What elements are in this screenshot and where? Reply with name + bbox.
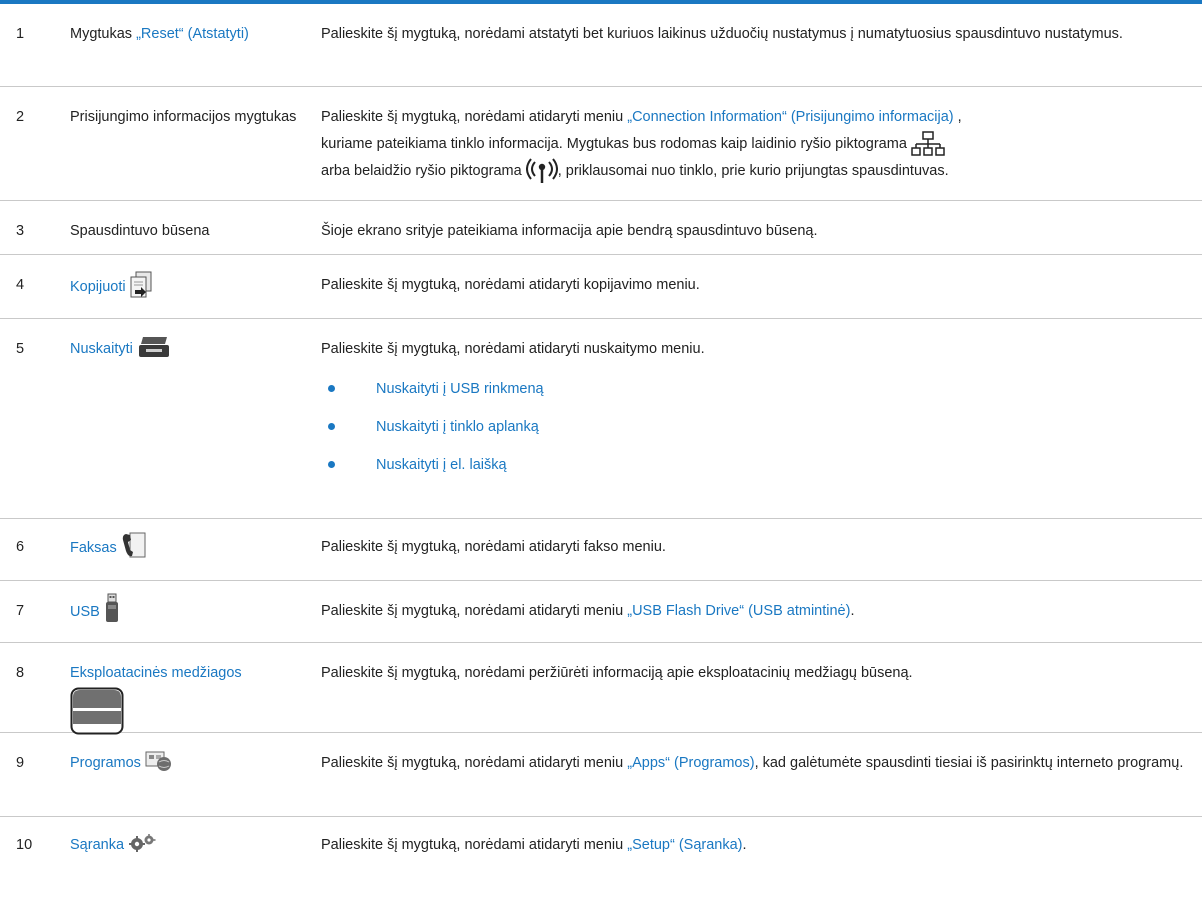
row-number: 9 bbox=[16, 755, 25, 771]
table-row: 3 Spausdintuvo būsena Šioje ekrano srity… bbox=[0, 201, 1202, 255]
table-row: 8 Eksploatacinės medžiagos Palieskite šį… bbox=[0, 643, 1202, 735]
supplies-link[interactable]: Eksploatacinės medžiagos bbox=[70, 665, 242, 681]
list-item[interactable]: Nuskaityti į tinklo aplanką bbox=[321, 417, 1191, 437]
item-label: Nuskaityti bbox=[70, 337, 320, 359]
item-description: Šioje ekrano srityje pateikiama informac… bbox=[321, 223, 818, 239]
usb-flash-drive-link[interactable]: „USB Flash Drive“ (USB atmintinė) bbox=[627, 603, 850, 619]
table-row: 9 Programos Palieskite šį mygtuką, norėd… bbox=[0, 733, 1202, 817]
scan-link[interactable]: Nuskaityti bbox=[70, 341, 133, 357]
item-description: Palieskite šį mygtuką, norėdami atidaryt… bbox=[321, 603, 855, 619]
wireless-icon bbox=[525, 158, 558, 183]
scan-options-list: Nuskaityti į USB rinkmeną Nuskaityti į t… bbox=[321, 379, 1191, 475]
setup-menu-link[interactable]: „Setup“ (Sąranka) bbox=[627, 837, 742, 853]
apps-menu-link[interactable]: „Apps“ (Programos) bbox=[627, 755, 754, 771]
item-label: Eksploatacinės medžiagos bbox=[70, 663, 320, 735]
item-description: Palieskite šį mygtuką, norėdami atidaryt… bbox=[321, 105, 1191, 184]
table-row: 2 Prisijungimo informacijos mygtukas Pal… bbox=[0, 87, 1202, 201]
row-number: 3 bbox=[16, 223, 25, 239]
copy-link[interactable]: Kopijuoti bbox=[70, 279, 126, 295]
item-label: Sąranka bbox=[70, 834, 320, 855]
item-label: Mygtukas „Reset“ (Atstatyti) bbox=[70, 26, 249, 42]
table-row: 7 USB Palieskite šį mygtuką, norėdami at… bbox=[0, 581, 1202, 643]
table-row: 5 Nuskaityti Palieskite šį mygtuką, norė… bbox=[0, 319, 1202, 519]
item-description: Palieskite šį mygtuką, norėdami atidaryt… bbox=[321, 755, 1184, 771]
apps-link[interactable]: Programos bbox=[70, 755, 141, 771]
setup-icon bbox=[129, 834, 156, 853]
row-number: 8 bbox=[16, 665, 25, 681]
row-number: 1 bbox=[16, 26, 25, 42]
item-label: Faksas bbox=[70, 532, 320, 559]
item-label: USB bbox=[70, 593, 320, 623]
row-number: 10 bbox=[16, 837, 33, 853]
item-description: Palieskite šį mygtuką, norėdami atidaryt… bbox=[321, 337, 1191, 475]
item-description: Palieskite šį mygtuką, norėdami atstatyt… bbox=[321, 26, 1123, 42]
row-number: 4 bbox=[16, 277, 25, 293]
row-number: 6 bbox=[16, 539, 25, 555]
apps-icon bbox=[145, 751, 171, 772]
scan-icon bbox=[138, 337, 169, 358]
usb-icon bbox=[105, 593, 118, 622]
list-item[interactable]: Nuskaityti į el. laišką bbox=[321, 455, 1191, 475]
connection-information-link[interactable]: „Connection Information“ (Prisijungimo i… bbox=[627, 109, 953, 125]
table-row: 1 Mygtukas „Reset“ (Atstatyti) Palieskit… bbox=[0, 4, 1202, 87]
table-row: 4 Kopijuoti Palieskite šį mygtuką, norėd… bbox=[0, 255, 1202, 319]
bullet-dot bbox=[328, 423, 335, 430]
item-description: Palieskite šį mygtuką, norėdami atidaryt… bbox=[321, 539, 666, 555]
row-number: 5 bbox=[16, 341, 25, 357]
wired-network-icon bbox=[911, 131, 945, 156]
row-number: 2 bbox=[16, 109, 25, 125]
table-row: 10 Sąranka Palieskite šį mygtuką, norėda… bbox=[0, 817, 1202, 867]
item-description: Palieskite šį mygtuką, norėdami atidaryt… bbox=[321, 837, 747, 853]
fax-icon bbox=[122, 532, 146, 558]
row-number: 7 bbox=[16, 603, 25, 619]
setup-link[interactable]: Sąranka bbox=[70, 837, 124, 853]
usb-link[interactable]: USB bbox=[70, 604, 100, 620]
item-label: Prisijungimo informacijos mygtukas bbox=[70, 109, 297, 125]
item-description: Palieskite šį mygtuką, norėdami peržiūrė… bbox=[321, 665, 913, 681]
bullet-dot bbox=[328, 461, 335, 468]
fax-link[interactable]: Faksas bbox=[70, 540, 117, 556]
copy-icon bbox=[130, 271, 152, 298]
list-item[interactable]: Nuskaityti į USB rinkmeną bbox=[321, 379, 1191, 399]
bullet-dot bbox=[328, 385, 335, 392]
item-label: Kopijuoti bbox=[70, 271, 320, 299]
item-label: Programos bbox=[70, 751, 320, 773]
supplies-icon bbox=[70, 687, 124, 735]
item-label: Spausdintuvo būsena bbox=[70, 223, 210, 239]
item-description: Palieskite šį mygtuką, norėdami atidaryt… bbox=[321, 277, 700, 293]
table-row: 6 Faksas Palieskite šį mygtuką, norėdami… bbox=[0, 519, 1202, 581]
reset-link[interactable]: „Reset“ (Atstatyti) bbox=[136, 26, 249, 42]
